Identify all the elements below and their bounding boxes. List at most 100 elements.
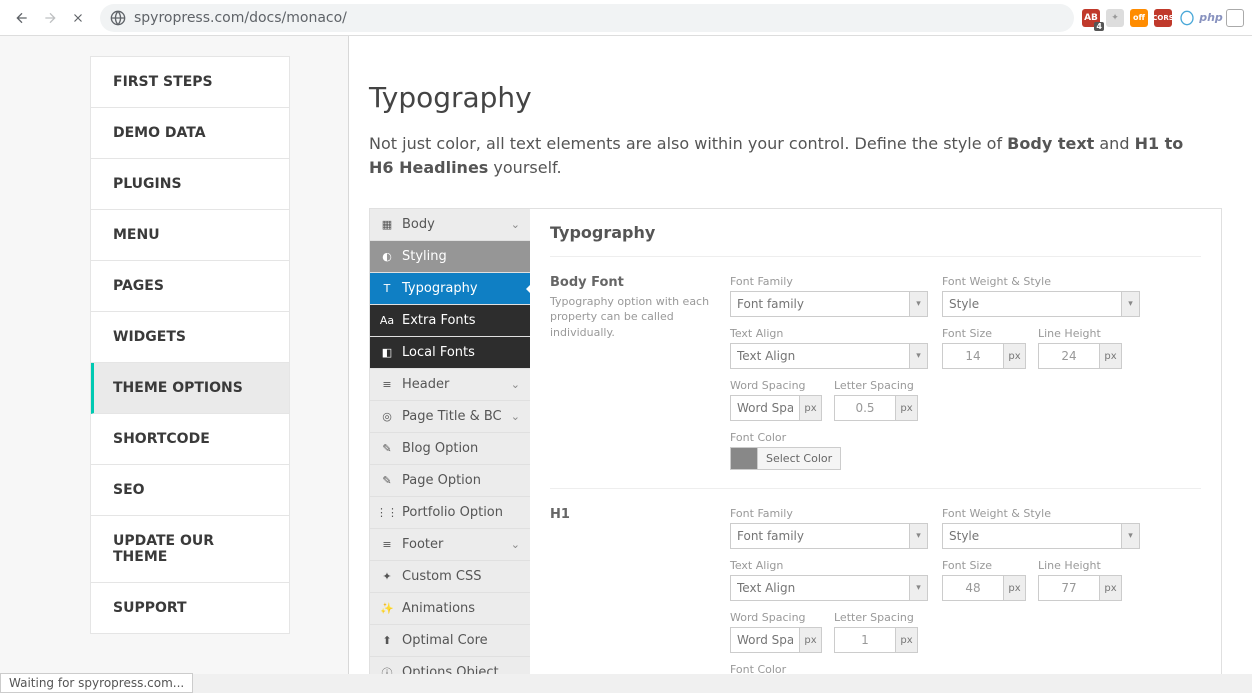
sidebar-item-seo[interactable]: SEO (91, 465, 289, 516)
section-desc: Typography option with each property can… (550, 294, 730, 340)
tree-item-page-option[interactable]: ✎Page Option (370, 465, 530, 497)
tree-label: Options Object (402, 665, 499, 674)
chevron-down-icon[interactable]: ▾ (910, 291, 928, 317)
tree-label: Blog Option (402, 441, 478, 456)
status-bar: Waiting for spyropress.com... (0, 673, 193, 693)
back-button[interactable] (8, 4, 36, 32)
ext-menu-icon[interactable] (1226, 9, 1244, 27)
sidebar-item-update-our-theme[interactable]: UPDATE OUR THEME (91, 516, 289, 583)
tree-item-options-object[interactable]: ⓘ Options Object (370, 657, 530, 674)
options-panel: ▦Body⌄◐StylingTTypographyAaExtra Fonts◧L… (369, 208, 1222, 674)
ext-off-icon[interactable]: off (1130, 9, 1148, 27)
select-color-button[interactable]: Select Color (758, 447, 841, 470)
tree-item-styling[interactable]: ◐Styling (370, 241, 530, 273)
tree-label: Body (402, 217, 435, 232)
word-spacing-input[interactable] (730, 395, 800, 421)
line-height-input[interactable] (1038, 575, 1100, 601)
tree-item-custom-css[interactable]: ✦Custom CSS (370, 561, 530, 593)
tree-icon: ▦ (380, 218, 394, 232)
letter-spacing-input[interactable] (834, 627, 896, 653)
tree-item-portfolio-option[interactable]: ⋮⋮Portfolio Option (370, 497, 530, 529)
tree-item-body[interactable]: ▦Body⌄ (370, 209, 530, 241)
opera-icon[interactable] (1178, 9, 1196, 27)
label-letter-spacing: Letter Spacing (834, 379, 918, 392)
tree-item-page-title-bc[interactable]: ◎Page Title & BC⌄ (370, 401, 530, 433)
sidebar-item-widgets[interactable]: WIDGETS (91, 312, 289, 363)
tree-label: Extra Fonts (402, 313, 476, 328)
unit-px: px (896, 395, 918, 421)
text-align-select[interactable] (730, 575, 910, 601)
font-size-input[interactable] (942, 343, 1004, 369)
tree-icon: ✎ (380, 442, 394, 456)
stop-button[interactable] (64, 4, 92, 32)
font-family-select[interactable] (730, 291, 910, 317)
sidebar-item-support[interactable]: SUPPORT (91, 583, 289, 633)
sidebar-item-theme-options[interactable]: THEME OPTIONS (91, 363, 289, 414)
typography-form: Typography Body Font Typography option w… (530, 209, 1221, 674)
tree-label: Animations (402, 601, 475, 616)
sidebar-item-demo-data[interactable]: DEMO DATA (91, 108, 289, 159)
tree-item-typography[interactable]: T Typography (370, 273, 530, 305)
chevron-down-icon[interactable]: ▾ (910, 343, 928, 369)
sidebar-item-pages[interactable]: PAGES (91, 261, 289, 312)
section-title: H1 (550, 507, 730, 522)
tree-item-animations[interactable]: ✨ Animations (370, 593, 530, 625)
tree-icon: ◧ (380, 346, 394, 360)
address-bar[interactable]: spyropress.com/docs/monaco/ (100, 4, 1074, 32)
chevron-down-icon[interactable]: ▾ (910, 575, 928, 601)
font-family-select[interactable] (730, 523, 910, 549)
tree-item-footer[interactable]: ≡ Footer ⌄ (370, 529, 530, 561)
tree-icon: T (380, 282, 394, 296)
label-line-height: Line Height (1038, 327, 1122, 340)
tree-item-local-fonts[interactable]: ◧Local Fonts (370, 337, 530, 369)
section-body-font: Body Font Typography option with each pr… (550, 256, 1201, 488)
chevron-down-icon[interactable]: ▾ (1122, 523, 1140, 549)
chevron-down-icon: ⌄ (511, 538, 520, 551)
tree-icon: ✎ (380, 474, 394, 488)
chevron-down-icon[interactable]: ▾ (910, 523, 928, 549)
globe-icon (110, 10, 126, 26)
page-body: FIRST STEPSDEMO DATAPLUGINSMENUPAGESWIDG… (0, 36, 1252, 674)
letter-spacing-input[interactable] (834, 395, 896, 421)
sidebar-item-shortcode[interactable]: SHORTCODE (91, 414, 289, 465)
tree-icon: ⓘ (380, 666, 394, 675)
chevron-down-icon[interactable]: ▾ (1122, 291, 1140, 317)
label-text-align: Text Align (730, 327, 930, 340)
tree-item-header[interactable]: ≡Header⌄ (370, 369, 530, 401)
extensions: AB4 ✦ off CORS php (1082, 9, 1244, 27)
tree-label: Portfolio Option (402, 505, 503, 520)
tree-item-optimal-core[interactable]: ⬆Optimal Core (370, 625, 530, 657)
line-height-input[interactable] (1038, 343, 1100, 369)
text-align-select[interactable] (730, 343, 910, 369)
forward-button[interactable] (36, 4, 64, 32)
browser-toolbar: spyropress.com/docs/monaco/ AB4 ✦ off CO… (0, 0, 1252, 36)
color-swatch[interactable] (730, 447, 758, 470)
sidebar-item-plugins[interactable]: PLUGINS (91, 159, 289, 210)
content-area: Typography Not just color, all text elem… (348, 36, 1252, 674)
ext-icon-2[interactable]: ✦ (1106, 9, 1124, 27)
options-tree: ▦ Body ⌄ ◐Styling T Typography AaExtra Fonts◧L… (370, 209, 530, 674)
tree-label: Footer (402, 537, 443, 552)
tree-label: Typography (402, 281, 478, 296)
chevron-down-icon: ⌄ (511, 410, 520, 423)
tree-item-blog-option[interactable]: ✎ Blog Option (370, 433, 530, 465)
tree-label: Page Title & BC (402, 409, 502, 424)
php-icon[interactable]: php (1202, 9, 1220, 27)
page-heading: Typography (369, 81, 1252, 114)
tree-icon: ≡ (380, 538, 394, 552)
docs-sidebar: FIRST STEPSDEMO DATAPLUGINSMENUPAGESWIDG… (90, 56, 290, 634)
adblock-icon[interactable]: AB4 (1082, 9, 1100, 27)
tree-item-extra-fonts[interactable]: AaExtra Fonts (370, 305, 530, 337)
font-weight-select[interactable] (942, 291, 1122, 317)
sidebar-item-first-steps[interactable]: FIRST STEPS (91, 57, 289, 108)
tree-icon: ✨ (380, 602, 394, 616)
word-spacing-input[interactable] (730, 627, 800, 653)
label-font-family: Font Family (730, 275, 930, 288)
cors-icon[interactable]: CORS (1154, 9, 1172, 27)
url-text: spyropress.com/docs/monaco/ (134, 10, 347, 26)
font-size-input[interactable] (942, 575, 1004, 601)
label-font-weight: Font Weight & Style (942, 275, 1142, 288)
font-weight-select[interactable] (942, 523, 1122, 549)
sidebar-item-menu[interactable]: MENU (91, 210, 289, 261)
tree-icon: ≡ (380, 378, 394, 392)
